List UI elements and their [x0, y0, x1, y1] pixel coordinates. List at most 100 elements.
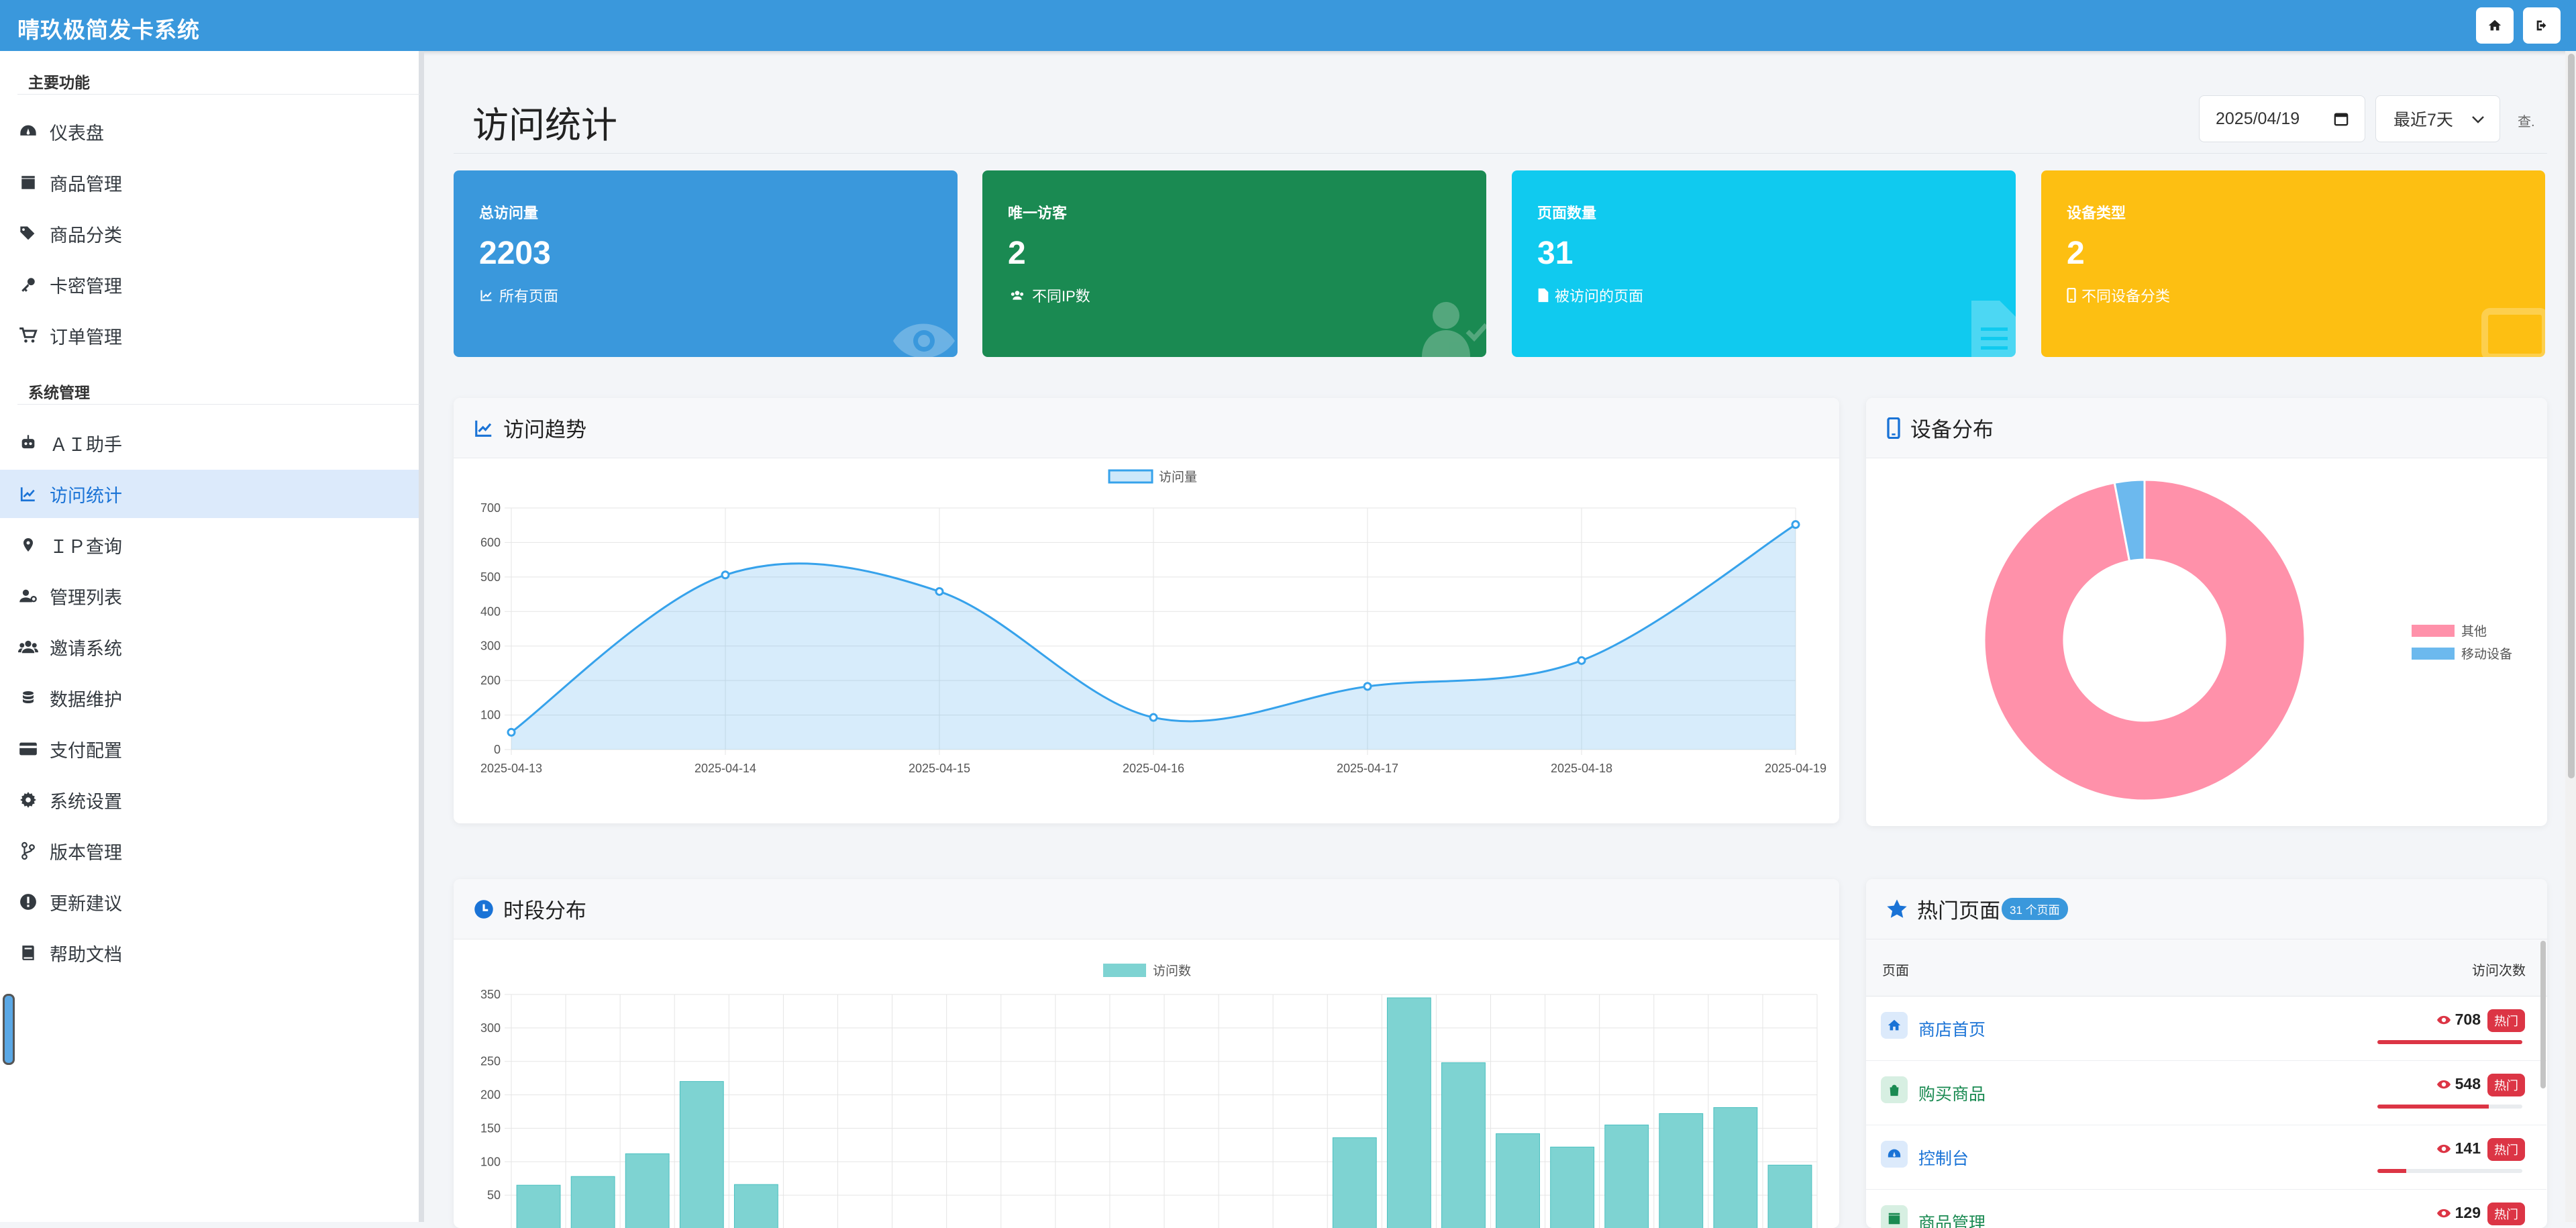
y-tick-label: 100: [480, 1155, 501, 1168]
chart-line-icon: [475, 420, 492, 437]
calendar-icon[interactable]: [2334, 111, 2349, 126]
date-value: 2025/04/19: [2216, 109, 2300, 128]
hot-page-link[interactable]: 控制台: [1918, 1145, 1969, 1170]
home-button[interactable]: [2476, 7, 2514, 44]
sidebar-item-cards[interactable]: 卡密管理: [0, 260, 419, 309]
range-select[interactable]: 最近7天: [2375, 95, 2500, 142]
eye-icon: [2436, 1015, 2451, 1024]
sidebar-item-suggestions[interactable]: 更新建议: [0, 878, 419, 926]
x-tick-label: 2025-04-16: [1123, 762, 1184, 775]
logout-icon: [2536, 20, 2546, 31]
hot-page-row[interactable]: 商品管理 129 热门: [1866, 1189, 2546, 1228]
sidebar-scroll-handle[interactable]: [3, 994, 15, 1065]
hot-page-link[interactable]: 商店首页: [1918, 1017, 1986, 1041]
y-tick-label: 250: [480, 1055, 501, 1068]
chevron-down-icon: [2472, 116, 2484, 123]
bar: [625, 1153, 670, 1228]
trend-panel: 访问趋势 0 100 200 300 400 500 600 700 2025-04-13 202…: [454, 398, 1839, 823]
sidebar-item-orders[interactable]: 订单管理: [0, 311, 419, 360]
sidebar-section-main: 主要功能: [28, 74, 90, 91]
bar: [1441, 1062, 1486, 1228]
dashboard-icon: [17, 121, 39, 142]
visit-progress-fill: [2377, 1169, 2407, 1173]
sidebar-item-ai[interactable]: ＡＩ助手: [0, 419, 419, 467]
stat-label: 总访问量: [479, 205, 539, 221]
y-tick-label: 100: [480, 709, 501, 722]
visit-progress-bar: [2377, 1169, 2522, 1173]
page-scrollbar-thumb[interactable]: [2568, 54, 2575, 778]
trend-chart: 0 100 200 300 400 500 600 700 2025-04-13 2025-04-…: [480, 469, 1826, 775]
clock-icon: [474, 899, 493, 919]
hour-panel-header: 时段分布: [454, 879, 1839, 939]
users-icon: [17, 636, 39, 658]
sidebar-item-invite[interactable]: 邀请系统: [0, 623, 419, 671]
file-lines-icon: [1971, 301, 2016, 357]
sidebar-item-version[interactable]: 版本管理: [0, 827, 419, 875]
range-value: 最近7天: [2393, 111, 2453, 130]
app-title: 晴玖极简发卡系统: [17, 17, 200, 42]
mobile-icon: [1887, 417, 1900, 439]
sidebar-item-label: 帮助文档: [50, 944, 122, 965]
star-icon: [1887, 899, 1907, 918]
sidebar-item-settings[interactable]: 系统设置: [0, 776, 419, 824]
panel-title: 热门页面: [1917, 899, 2000, 923]
sidebar-item-label: 商品管理: [50, 174, 122, 195]
hot-page-row[interactable]: 购买商品 548 热门: [1866, 1060, 2546, 1125]
sidebar-item-payment[interactable]: 支付配置: [0, 725, 419, 773]
sidebar-item-admins[interactable]: 管理列表: [0, 572, 419, 620]
hour-panel: 时段分布 50 100 150 200 250 300 350 访问数: [454, 879, 1839, 1228]
bar: [679, 1081, 724, 1228]
user-check-icon: [1422, 302, 1486, 357]
visit-progress-bar: [2377, 1105, 2522, 1109]
bar: [1332, 1137, 1377, 1228]
hot-list-scrollbar[interactable]: [2540, 941, 2546, 1088]
hot-page-row[interactable]: 商店首页 708 热门: [1866, 996, 2546, 1061]
x-tick-label: 2025-04-13: [480, 762, 542, 775]
legend-swatch: [1103, 964, 1146, 977]
sidebar-item-products[interactable]: 商品管理: [0, 158, 419, 207]
stat-card-visitors: 唯一访客 2 不同IP数: [982, 170, 1486, 357]
book-icon: [17, 942, 39, 964]
stat-value: 2203: [479, 236, 551, 271]
robot-icon: [17, 432, 39, 454]
data-point: [935, 586, 944, 596]
sidebar-item-stats[interactable]: 访问统计: [0, 470, 419, 518]
hot-page-link[interactable]: 购买商品: [1918, 1081, 1986, 1105]
bar: [516, 1184, 561, 1228]
hot-badge: 热门: [2487, 1009, 2525, 1032]
y-tick-label: 200: [480, 1088, 501, 1102]
bar: [570, 1176, 615, 1228]
stat-value: 2: [1008, 236, 1026, 271]
y-tick-label: 700: [480, 501, 501, 515]
logout-button[interactable]: [2523, 7, 2561, 44]
bar: [1604, 1124, 1649, 1228]
panel-title: 时段分布: [503, 899, 586, 923]
visit-count: 141: [2436, 1139, 2481, 1158]
stat-sub: 不同设备分类: [2067, 285, 2170, 306]
data-point: [1149, 713, 1158, 722]
box-icon: [17, 172, 39, 193]
sidebar-item-dashboard[interactable]: 仪表盘: [0, 107, 419, 156]
stat-sub: 所有页面: [479, 285, 558, 306]
panel-title: 设备分布: [1910, 418, 1994, 442]
map-pin-icon: [17, 534, 39, 556]
query-button[interactable]: 查.: [2518, 111, 2535, 130]
tags-icon: [17, 223, 39, 244]
tablet-icon: [2481, 308, 2545, 357]
sidebar-item-ip[interactable]: ＩＰ查询: [0, 521, 419, 569]
hot-page-link[interactable]: 商品管理: [1918, 1210, 1986, 1228]
x-tick-label: 2025-04-18: [1551, 762, 1612, 775]
sidebar-item-data[interactable]: 数据维护: [0, 674, 419, 722]
sidebar-item-categories[interactable]: 商品分类: [0, 209, 419, 258]
hot-page-row[interactable]: 控制台 141 热门: [1866, 1125, 2546, 1190]
top-bar: 晴玖极简发卡系统: [0, 0, 2576, 51]
sidebar-item-help[interactable]: 帮助文档: [0, 929, 419, 977]
divider: [17, 404, 420, 405]
hour-chart: 50 100 150 200 250 300 350 访问数: [480, 964, 1818, 1228]
dashboard-icon: [1881, 1141, 1908, 1168]
data-point: [1791, 520, 1800, 529]
stat-label: 设备类型: [2067, 205, 2126, 221]
data-point: [721, 570, 730, 580]
sidebar-item-label: 系统设置: [50, 791, 122, 812]
date-input[interactable]: 2025/04/19: [2199, 95, 2365, 142]
